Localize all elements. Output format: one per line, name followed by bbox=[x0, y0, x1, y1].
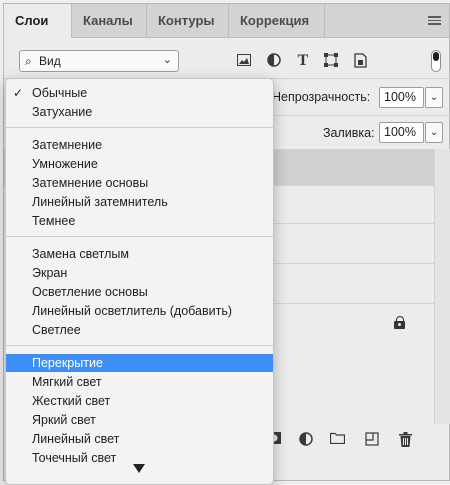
menu-separator bbox=[6, 236, 273, 237]
blend-mode-item[interactable]: Яркий свет bbox=[6, 411, 273, 429]
new-layer-icon[interactable] bbox=[364, 432, 380, 448]
blend-mode-item[interactable]: ✓ Обычные bbox=[6, 84, 273, 102]
blend-mode-item[interactable]: Осветление основы bbox=[6, 283, 273, 301]
blend-mode-item[interactable]: Умножение bbox=[6, 155, 273, 173]
fill-label: Заливка: bbox=[323, 126, 375, 140]
menu-separator bbox=[6, 127, 273, 128]
tab-adjustments[interactable]: Коррекция bbox=[229, 4, 325, 37]
trash-icon[interactable] bbox=[397, 432, 413, 448]
lock-icon bbox=[394, 316, 406, 330]
blend-mode-menu: ✓ Обычные Затухание Затемнение Умножение… bbox=[5, 78, 274, 485]
blend-mode-item[interactable]: Темнее bbox=[6, 212, 273, 230]
blend-mode-item[interactable]: Экран bbox=[6, 264, 273, 282]
chevron-down-icon: ⌄ bbox=[162, 54, 172, 66]
panel-tab-bar: Слои Каналы Контуры Коррекция bbox=[4, 4, 449, 38]
shape-filter-icon[interactable] bbox=[323, 53, 339, 69]
blend-mode-item[interactable]: Замена светлым bbox=[6, 245, 273, 263]
folder-icon[interactable] bbox=[329, 432, 345, 448]
blend-mode-item-highlighted[interactable]: Перекрытие bbox=[6, 354, 273, 372]
opacity-input[interactable]: 100% bbox=[379, 87, 424, 108]
blend-mode-item[interactable]: Мягкий свет bbox=[6, 373, 273, 391]
blend-mode-item[interactable]: Линейный затемнитель bbox=[6, 193, 273, 211]
layers-scrollbar[interactable] bbox=[434, 149, 450, 424]
smart-object-filter-icon[interactable] bbox=[352, 53, 368, 69]
opacity-dropdown-icon[interactable]: ⌄ bbox=[425, 87, 443, 108]
filter-kind-select[interactable]: ⌕ Вид ⌄ bbox=[19, 50, 179, 72]
filter-kind-label: Вид bbox=[39, 54, 61, 68]
filter-toggle[interactable] bbox=[431, 50, 441, 72]
tab-channels[interactable]: Каналы bbox=[72, 4, 147, 37]
blend-mode-item[interactable]: Жесткий свет bbox=[6, 392, 273, 410]
adjustment-filter-icon[interactable] bbox=[266, 53, 282, 69]
blend-mode-item[interactable]: Линейный свет bbox=[6, 430, 273, 448]
blend-mode-item[interactable]: Затемнение bbox=[6, 136, 273, 154]
opacity-label: Непрозрачность: bbox=[272, 90, 371, 104]
menu-separator bbox=[6, 345, 273, 346]
scroll-down-arrow-icon[interactable] bbox=[133, 464, 145, 473]
tab-paths[interactable]: Контуры bbox=[147, 4, 229, 37]
adjustment-layer-icon[interactable] bbox=[298, 432, 314, 448]
fill-dropdown-icon[interactable]: ⌄ bbox=[425, 122, 443, 143]
fill-input[interactable]: 100% bbox=[379, 122, 424, 143]
image-filter-icon[interactable] bbox=[236, 53, 252, 69]
checkmark-icon: ✓ bbox=[13, 86, 24, 100]
blend-mode-item[interactable]: Светлее bbox=[6, 321, 273, 339]
filter-row: ⌕ Вид ⌄ T bbox=[4, 38, 449, 78]
blend-mode-item[interactable]: Затемнение основы bbox=[6, 174, 273, 192]
type-filter-icon[interactable]: T bbox=[295, 53, 311, 69]
tab-layers[interactable]: Слои bbox=[4, 4, 72, 38]
blend-mode-item[interactable]: Затухание bbox=[6, 103, 273, 121]
panel-menu-icon[interactable] bbox=[428, 16, 441, 25]
search-icon: ⌕ bbox=[25, 54, 32, 68]
blend-mode-item[interactable]: Линейный осветлитель (добавить) bbox=[6, 302, 273, 320]
